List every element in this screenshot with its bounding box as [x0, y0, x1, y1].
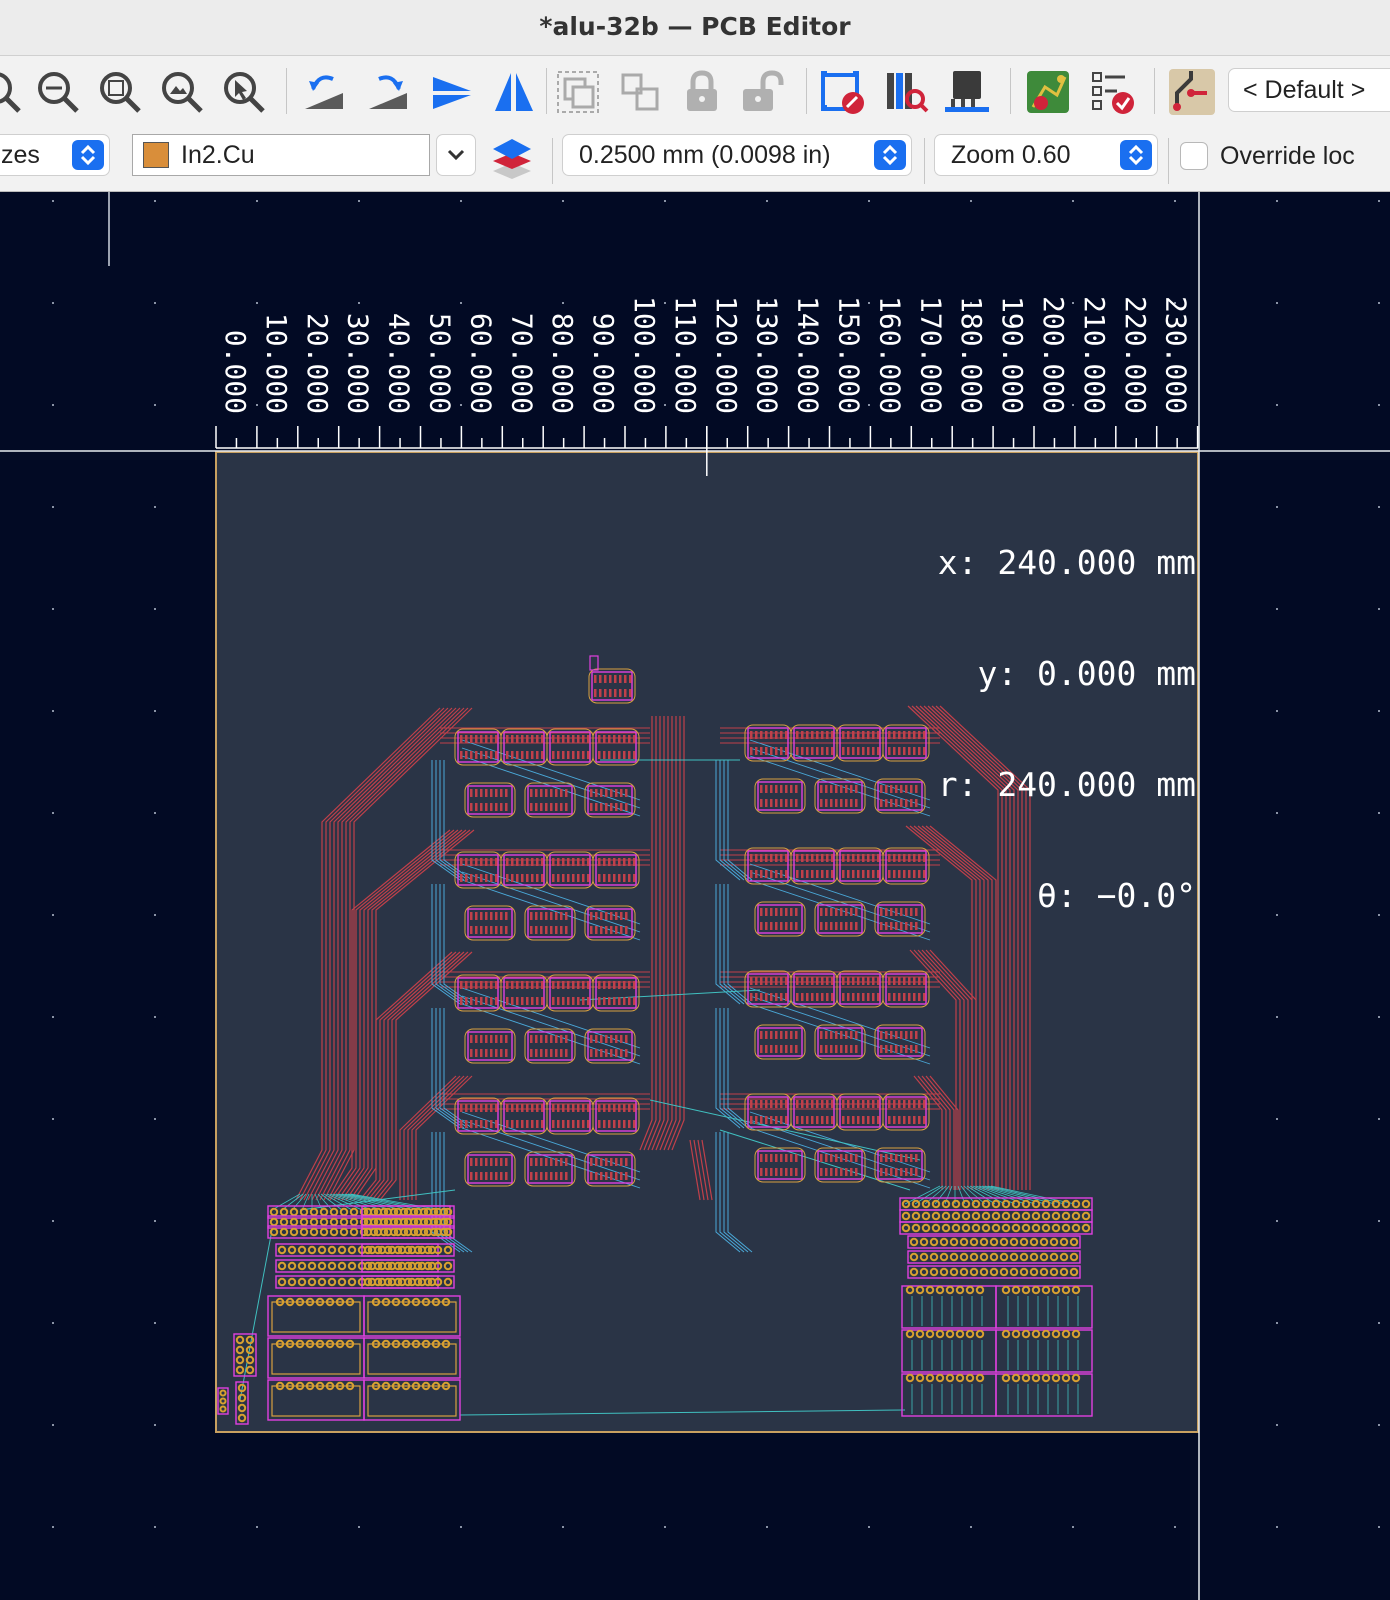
- ruler-label: 60.000: [464, 313, 497, 414]
- mirror-vertical-icon[interactable]: [422, 64, 478, 120]
- coord-y: y: 0.000 mm: [977, 654, 1196, 693]
- zoom-out-icon[interactable]: [30, 64, 86, 120]
- ruler-label: 200.000: [1037, 296, 1070, 414]
- ruler-label: 90.000: [587, 313, 620, 414]
- layer-pair-icon[interactable]: [484, 130, 540, 186]
- window-title: *alu-32b — PCB Editor: [539, 12, 851, 41]
- pcb-update-icon[interactable]: [1020, 64, 1076, 120]
- layer-name: In2.Cu: [181, 140, 255, 169]
- ruler-label: 130.000: [751, 296, 784, 414]
- rotate-cw-icon[interactable]: [360, 64, 416, 120]
- rotate-ccw-icon[interactable]: [296, 64, 352, 120]
- mirror-horizontal-icon[interactable]: [486, 64, 542, 120]
- lock-icon[interactable]: [674, 64, 730, 120]
- ruler-label: 110.000: [669, 296, 702, 414]
- ruler-label: 140.000: [792, 296, 825, 414]
- track-width-combo[interactable]: 0.2500 mm (0.0098 in): [562, 134, 912, 176]
- zoom-spinner-icon[interactable]: [1120, 140, 1152, 170]
- chevron-down-icon: [447, 149, 465, 161]
- ruler-label: 100.000: [628, 296, 661, 414]
- ruler-label: 190.000: [996, 296, 1029, 414]
- main-toolbar: < Default >: [0, 56, 1390, 128]
- ruler-label: 50.000: [424, 313, 457, 414]
- zoom-label: Zoom 0.60: [951, 140, 1071, 169]
- board-check-icon[interactable]: [1084, 64, 1140, 120]
- ruler-label: 10.000: [260, 313, 293, 414]
- ruler-label: 70.000: [505, 313, 538, 414]
- size-combo-label: zes: [1, 140, 40, 169]
- override-locks-checkbox[interactable]: [1180, 142, 1208, 170]
- coord-theta: θ: −0.0°: [1037, 876, 1196, 915]
- zoom-selection-icon[interactable]: [216, 64, 272, 120]
- coord-x: x: 240.000 mm: [937, 543, 1196, 582]
- ruler-label: 170.000: [914, 296, 947, 414]
- ruler-label: 180.000: [955, 296, 988, 414]
- ruler-label: 80.000: [546, 313, 579, 414]
- ruler-label: 230.000: [1160, 296, 1193, 414]
- zoom-fit-icon[interactable]: [92, 64, 148, 120]
- layer-selector[interactable]: In2.Cu: [132, 134, 430, 176]
- footprint-editor-icon[interactable]: [938, 64, 994, 120]
- layer-color-swatch: [143, 142, 169, 168]
- zoom-combo[interactable]: Zoom 0.60: [934, 134, 1158, 176]
- ruler-label: 40.000: [383, 313, 416, 414]
- ruler-label: 150.000: [833, 296, 866, 414]
- netclass-preset-label: < Default >: [1243, 75, 1366, 104]
- ruler-label: 160.000: [873, 296, 906, 414]
- size-combo-spinner-icon[interactable]: [72, 140, 104, 170]
- window-titlebar: *alu-32b — PCB Editor: [0, 0, 1390, 56]
- layer-dropdown-button[interactable]: [436, 134, 476, 176]
- ruler-label: 220.000: [1119, 296, 1152, 414]
- size-combo[interactable]: zes: [0, 134, 110, 176]
- ungroup-icon[interactable]: [612, 64, 668, 120]
- override-locks-label: Override loc: [1220, 142, 1355, 170]
- ruler-label: 30.000: [342, 313, 375, 414]
- measure-ruler: 0.000 10.000 20.000 30.000 40.000 50.000 60.00…: [215, 296, 1199, 476]
- interactive-router-icon[interactable]: [1164, 64, 1220, 120]
- zoom-in-partial-icon[interactable]: [0, 64, 28, 120]
- group-icon[interactable]: [550, 64, 606, 120]
- ruler-label: 0.000: [219, 330, 252, 414]
- drc-icon[interactable]: [814, 64, 870, 120]
- track-width-spinner-icon[interactable]: [874, 140, 906, 170]
- zoom-objects-icon[interactable]: [154, 64, 210, 120]
- coord-r: r: 240.000 mm: [937, 765, 1196, 804]
- ruler-label: 20.000: [301, 313, 334, 414]
- unlock-icon[interactable]: [734, 64, 790, 120]
- pcb-canvas[interactable]: 0.000 10.000 20.000 30.000 40.000 50.000 60.00…: [0, 192, 1390, 1600]
- netclass-preset-combo[interactable]: < Default >: [1228, 68, 1390, 112]
- secondary-toolbar: zes In2.Cu 0.2500 mm (0.0098 in) Zoom 0.…: [0, 128, 1390, 192]
- ruler-label: 120.000: [710, 296, 743, 414]
- ruler-label: 210.000: [1078, 296, 1111, 414]
- footprint-library-icon[interactable]: [878, 64, 934, 120]
- track-width-label: 0.2500 mm (0.0098 in): [579, 140, 831, 169]
- coordinate-readout: x: 240.000 mm y: 0.000 mm r: 240.000 mm …: [938, 470, 1196, 988]
